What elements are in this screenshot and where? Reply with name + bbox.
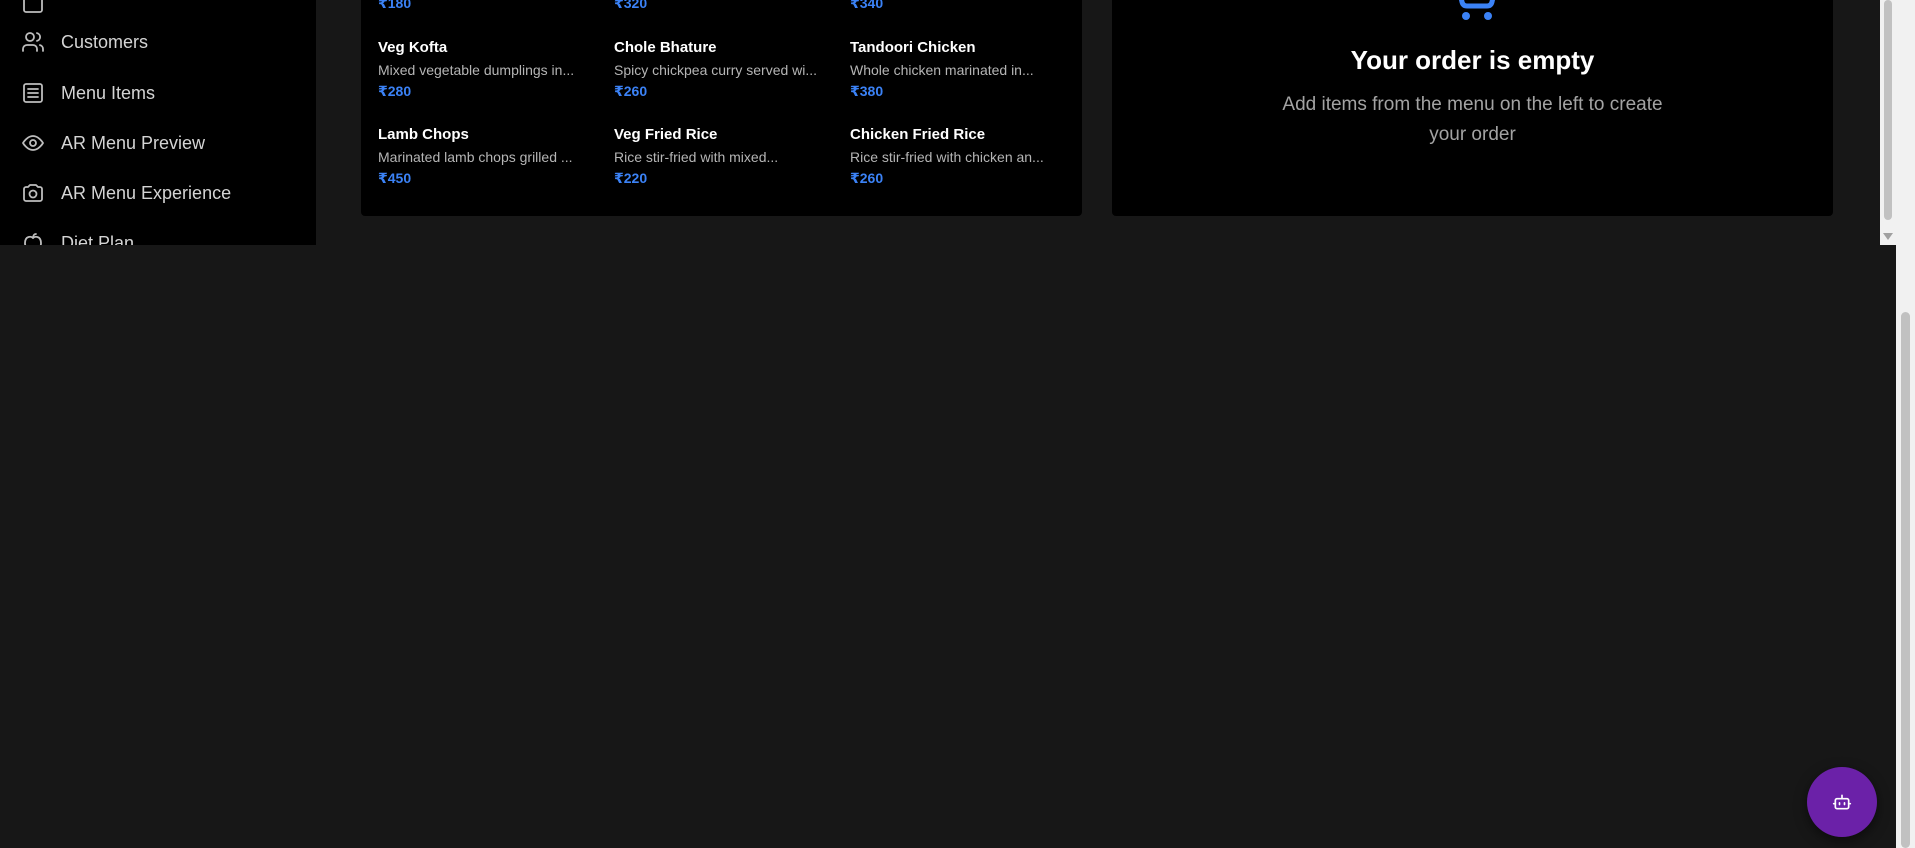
sidebar-item-label: Menu Items [61,82,156,103]
page-scrollbar[interactable] [1896,0,1915,848]
sidebar-item-label: AR Menu Preview [61,132,206,153]
menu-item-name: Veg Fried Rice [614,126,718,143]
menu-item-name: Veg Kofta [378,39,448,56]
menu-item-name: Lamb Chops [378,126,469,143]
sidebar-item-label: Customers [61,31,149,52]
content-scrollbar[interactable] [1880,0,1896,245]
users-icon [20,29,46,55]
list-icon [20,80,46,106]
menu-item-name: Tandoori Chicken [850,39,976,56]
box-icon [20,0,46,16]
page-scrollbar-thumb[interactable] [1901,312,1910,848]
sidebar-item-customers[interactable]: Customers [20,27,148,57]
menu-item-description: Whole chicken marinated in... [850,62,1034,78]
menu-item-price: ₹180 [378,0,412,11]
menu-item-name: Chole Bhature [614,39,717,56]
menu-item-description: Rice stir-fried with chicken an... [850,149,1044,165]
menu-item-card[interactable]: Chole Bhature Spicy chickpea curry serve… [614,39,834,100]
content-scrollbar-thumb[interactable] [1884,0,1892,220]
menu-item-price: ₹450 [378,170,412,186]
sidebar: Customers Menu Items AR Menu Preview AR … [0,0,316,245]
scroll-down-arrow-icon[interactable] [1883,233,1893,240]
eye-icon [20,130,46,156]
menu-item-price: ₹320 [614,0,648,11]
sidebar-item-ar-menu-preview[interactable]: AR Menu Preview [20,128,205,158]
menu-item-description: Rice stir-fried with mixed... [614,149,779,165]
camera-icon [20,180,46,206]
menu-item-price: ₹380 [850,83,884,99]
menu-item-name: Chicken Fried Rice [850,126,986,143]
menu-item-description: Mixed vegetable dumplings in... [378,62,575,78]
menu-item-card[interactable]: Veg Kofta Mixed vegetable dumplings in..… [378,39,598,100]
order-empty-subtitle: Add items from the menu on the left to c… [1282,94,1663,145]
menu-item-price: ₹220 [614,170,648,186]
sidebar-item-label: Diet Plan [61,232,135,246]
menu-item-price: ₹260 [850,170,884,186]
apple-icon [20,230,46,245]
menu-item-card[interactable]: Lamb Chops Marinated lamb chops grilled … [378,126,598,187]
menu-item-description: Spicy chickpea curry served wi... [614,62,818,78]
sidebar-item-diet-plan[interactable]: Diet Plan [20,228,134,245]
sidebar-item-label: AR Menu Experience [61,182,232,203]
order-panel: Your order is empty Add items from the m… [1112,0,1833,216]
menu-item-card[interactable]: Chicken Fried Rice Rice stir-fried with … [850,126,1070,187]
menu-item-price: ₹260 [614,83,648,99]
sidebar-item-ar-menu-experience[interactable]: AR Menu Experience [20,178,231,208]
menu-item-card[interactable]: Tandoori Chicken Whole chicken marinated… [850,39,1070,100]
cart-icon [1458,0,1496,20]
menu-items-panel: ₹180 ₹320 ₹340 Veg Kofta Mixed vegetable… [361,0,1082,216]
menu-item-price: ₹340 [850,0,884,11]
menu-item-description: Marinated lamb chops grilled ... [378,149,573,165]
menu-item-card[interactable]: Veg Fried Rice Rice stir-fried with mixe… [614,126,834,187]
menu-item-price: ₹280 [378,83,412,99]
app-viewport: Customers Menu Items AR Menu Preview AR … [0,0,1880,245]
assistant-bot-button[interactable] [1807,767,1877,837]
sidebar-item-menu-items[interactable]: Menu Items [20,78,155,108]
sidebar-item-partial[interactable] [20,0,61,18]
order-empty-title: Your order is empty [1350,45,1595,75]
bot-icon [1832,794,1852,810]
